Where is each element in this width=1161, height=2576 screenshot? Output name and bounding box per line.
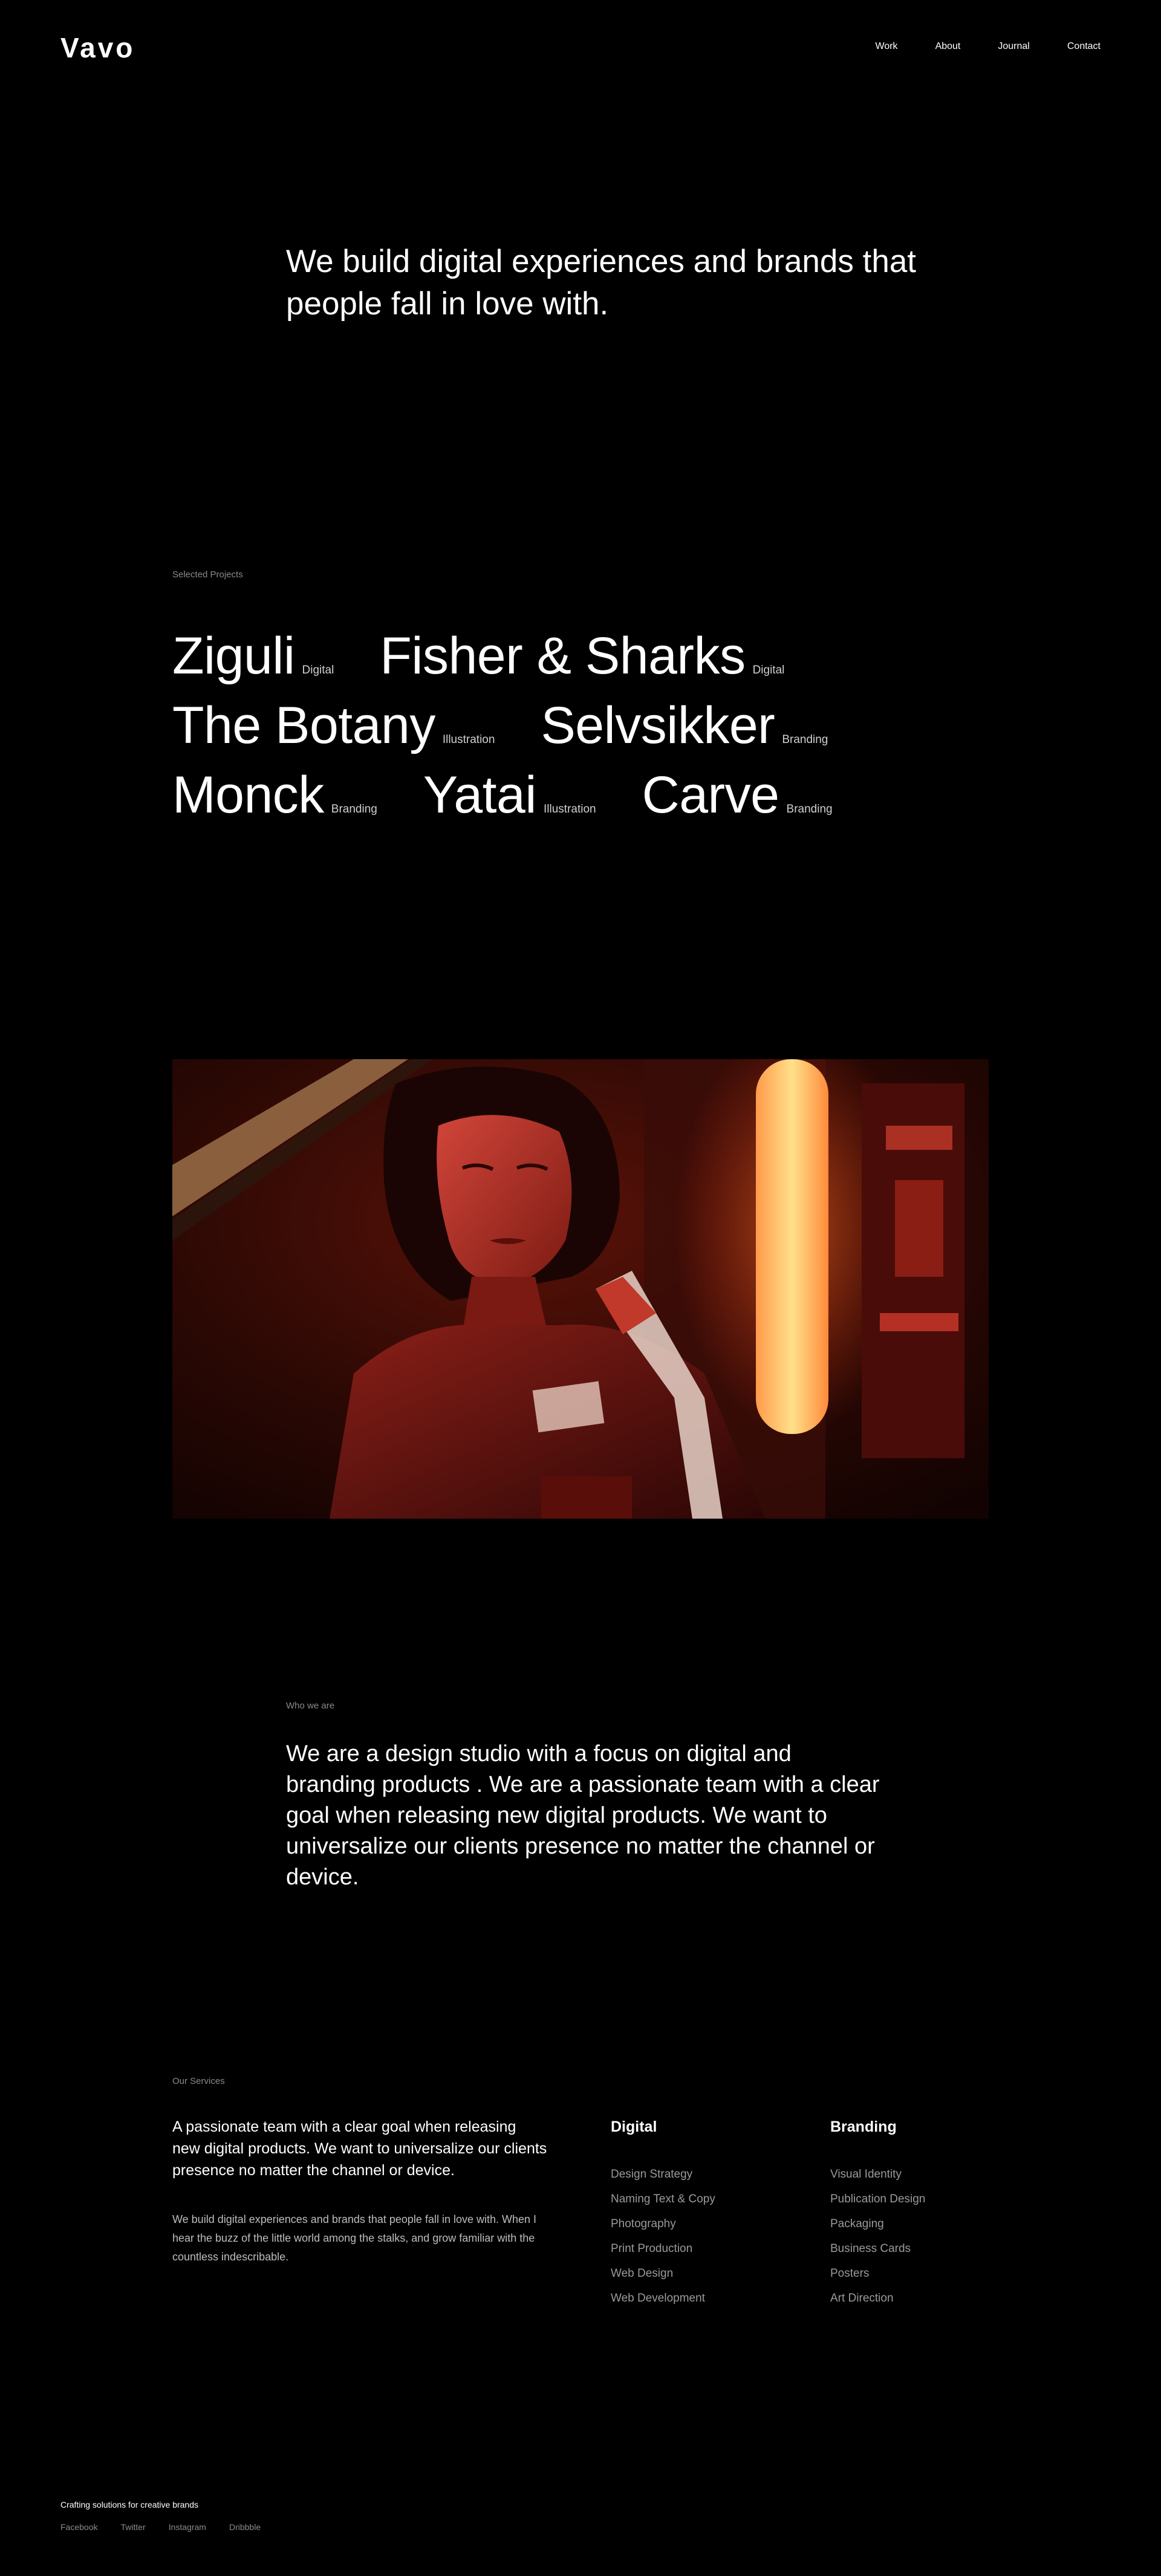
project-category: Digital — [752, 664, 785, 676]
project-name: Yatai — [423, 766, 537, 824]
project-name: Selvsikker — [541, 696, 775, 754]
nav-journal[interactable]: Journal — [998, 41, 1029, 52]
project-ziguli[interactable]: Ziguli Digital — [172, 626, 334, 686]
list-item: Art Direction — [830, 2292, 894, 2305]
project-row: The Botany Illustration Selvsikker Brand… — [172, 695, 1019, 765]
list-item: Photography — [611, 2218, 676, 2230]
project-category: Branding — [786, 803, 833, 816]
services-branding-title: Branding — [830, 2118, 897, 2135]
project-category: Branding — [331, 803, 377, 816]
project-name: The Botany — [172, 696, 435, 754]
list-item: Visual Identity — [830, 2168, 902, 2181]
list-item: Web Development — [611, 2292, 705, 2305]
list-item: Packaging — [830, 2218, 884, 2230]
project-name: Ziguli — [172, 627, 295, 685]
project-the-botany[interactable]: The Botany Illustration — [172, 695, 495, 756]
who-eyebrow: Who we are — [286, 1701, 335, 1711]
project-yatai[interactable]: Yatai Illustration — [423, 765, 596, 825]
project-selvsikker[interactable]: Selvsikker Branding — [541, 695, 828, 756]
services-digital: Digital Design Strategy Naming Text & Co… — [611, 2116, 715, 2311]
services-lead: A passionate team with a clear goal when… — [172, 2118, 547, 2179]
list-item: Business Cards — [830, 2242, 911, 2255]
project-name: Monck — [172, 766, 324, 824]
project-row: Ziguli Digital Fisher & Sharks Digital — [172, 626, 1019, 695]
footer-link-instagram[interactable]: Instagram — [169, 2522, 206, 2532]
list-item: Print Production — [611, 2242, 693, 2255]
services-eyebrow: Our Services — [172, 2076, 225, 2086]
nav-contact[interactable]: Contact — [1067, 41, 1101, 52]
project-category: Digital — [302, 664, 334, 676]
project-fisher-sharks[interactable]: Fisher & Sharks Digital — [380, 626, 784, 686]
footer-tagline: Crafting solutions for creative brands — [60, 2500, 198, 2509]
project-name: Fisher & Sharks — [380, 627, 746, 685]
services-body: We build digital experiences and brands … — [172, 2213, 537, 2263]
project-monck[interactable]: Monck Branding — [172, 765, 377, 825]
services-digital-list: Design Strategy Naming Text & Copy Photo… — [611, 2162, 715, 2311]
list-item: Web Design — [611, 2267, 674, 2280]
projects-eyebrow: Selected Projects — [172, 569, 243, 580]
hero-headline: We build digital experiences and brands … — [286, 244, 917, 322]
list-item: Posters — [830, 2267, 870, 2280]
nav-work[interactable]: Work — [876, 41, 898, 52]
portrait-photo-icon — [172, 1059, 989, 1519]
footer-link-dribbble[interactable]: Dribbble — [229, 2522, 261, 2532]
services-branding-list: Visual Identity Publication Design Packa… — [830, 2162, 925, 2311]
main-nav: Work About Journal Contact — [876, 41, 1101, 52]
project-category: Illustration — [442, 733, 495, 746]
feature-photo — [172, 1059, 989, 1519]
project-category: Branding — [782, 733, 828, 746]
list-item: Design Strategy — [611, 2168, 693, 2181]
nav-about[interactable]: About — [935, 41, 961, 52]
footer-link-facebook[interactable]: Facebook — [60, 2522, 97, 2532]
who-description: We are a design studio with a focus on d… — [286, 1741, 880, 1890]
project-row: Monck Branding Yatai Illustration Carve … — [172, 765, 1019, 834]
logo[interactable]: Vavo — [60, 31, 135, 64]
list-item: Naming Text & Copy — [611, 2193, 715, 2205]
project-category: Illustration — [544, 803, 596, 816]
list-item: Publication Design — [830, 2193, 926, 2205]
project-list: Ziguli Digital Fisher & Sharks Digital T… — [172, 626, 1019, 834]
footer-social: Facebook Twitter Instagram Dribbble — [60, 2522, 261, 2532]
footer-link-twitter[interactable]: Twitter — [120, 2522, 145, 2532]
project-carve[interactable]: Carve Branding — [642, 765, 833, 825]
project-name: Carve — [642, 766, 779, 824]
services-digital-title: Digital — [611, 2118, 657, 2135]
services-branding: Branding Visual Identity Publication Des… — [830, 2116, 925, 2311]
